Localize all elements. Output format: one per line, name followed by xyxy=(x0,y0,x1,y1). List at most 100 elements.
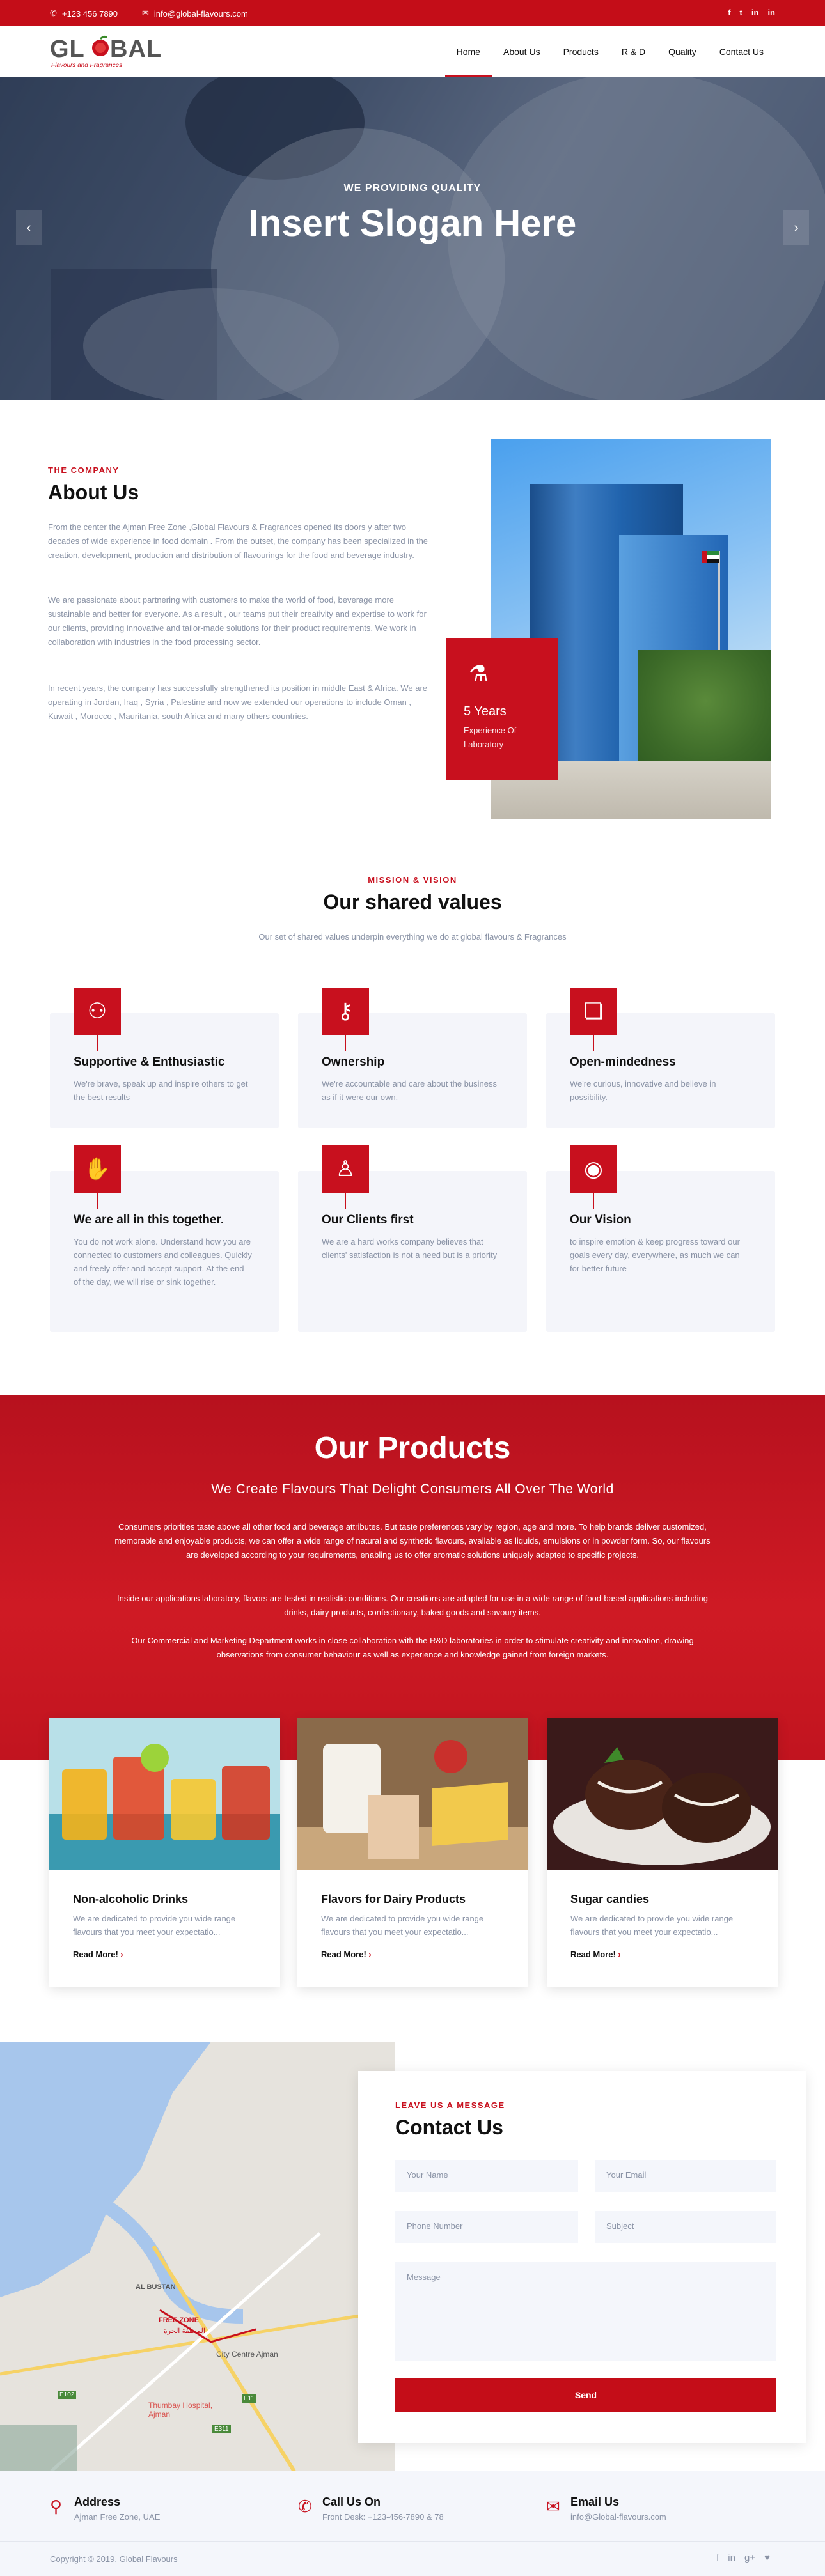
map-label: E311 xyxy=(212,2425,231,2433)
product-text: We are dedicated to provide you wide ran… xyxy=(570,1914,734,1937)
value-text: We're brave, speak up and inspire others… xyxy=(74,1079,248,1102)
product-title: Sugar candies xyxy=(570,1893,650,1905)
hero-slider: WE PROVIDING QUALITY Insert Slogan Here … xyxy=(0,77,825,400)
value-card: ◉ Our Vision to inspire emotion & keep p… xyxy=(546,1145,775,1332)
value-text: We're curious, innovative and believe in… xyxy=(570,1079,716,1102)
about-title: About Us xyxy=(48,481,139,504)
logo-tagline: Flavours and Fragrances xyxy=(51,62,122,69)
nav-quality[interactable]: Quality xyxy=(657,26,708,77)
info-text[interactable]: info@Global-flavours.com xyxy=(570,2512,666,2522)
nav-home[interactable]: Home xyxy=(444,26,492,77)
phone-number: +123 456 7890 xyxy=(61,8,118,19)
value-text: We are a hard works company believes tha… xyxy=(322,1237,498,1260)
linkedin-icon[interactable]: in xyxy=(767,8,775,17)
contact-form: LEAVE US A MESSAGE Contact Us Your Name … xyxy=(358,2071,806,2443)
twitter-icon[interactable]: t xyxy=(740,8,742,17)
experience-badge: ⚗ 5 Years Experience Of Laboratory xyxy=(446,638,558,780)
value-card: ♙ Our Clients first We are a hard works … xyxy=(298,1145,527,1332)
email-input[interactable]: Your Email xyxy=(595,2160,776,2192)
values-title: Our shared values xyxy=(323,890,502,913)
product-card[interactable]: Flavors for Dairy Products We are dedica… xyxy=(297,1718,528,1987)
message-textarea[interactable]: Message xyxy=(395,2262,776,2361)
product-card[interactable]: Non-alcoholic Drinks We are dedicated to… xyxy=(49,1718,280,1987)
email-contact[interactable]: ✉ info@global-flavours.com xyxy=(142,8,248,19)
top-bar: ✆ +123 456 7890 ✉ info@global-flavours.c… xyxy=(0,0,825,26)
slider-next-button[interactable]: › xyxy=(783,210,809,245)
products-paragraph: Inside our applications laboratory, flav… xyxy=(116,1594,708,1617)
name-input[interactable]: Your Name xyxy=(395,2160,578,2192)
nav-rnd[interactable]: R & D xyxy=(610,26,657,77)
facebook-icon[interactable]: f xyxy=(728,8,730,17)
contact-tag: LEAVE US A MESSAGE xyxy=(395,2100,505,2110)
hero-subtitle: WE PROVIDING QUALITY xyxy=(343,183,482,194)
social-links: f t in in xyxy=(728,8,775,17)
footer: Copyright © 2019, Global Flavours f in g… xyxy=(0,2541,825,2576)
value-card: ❏ Open-mindedness We're curious, innovat… xyxy=(546,988,775,1128)
svg-text:GL: GL xyxy=(50,36,85,63)
map-label: FREE ZONE xyxy=(159,2316,199,2324)
product-title: Flavors for Dairy Products xyxy=(321,1893,466,1905)
key-icon: ⚷ xyxy=(322,988,369,1035)
read-more-link[interactable]: Read More! › xyxy=(73,1950,123,1959)
product-text: We are dedicated to provide you wide ran… xyxy=(321,1914,484,1937)
heart-icon[interactable]: ♥ xyxy=(764,2552,770,2563)
nav-contact[interactable]: Contact Us xyxy=(708,26,775,77)
send-button[interactable]: Send xyxy=(395,2378,776,2412)
mail-icon: ✉ xyxy=(546,2497,560,2516)
read-more-link[interactable]: Read More! › xyxy=(570,1950,621,1959)
value-card: ⚷ Ownership We're accountable and care a… xyxy=(298,988,527,1128)
google-plus-icon[interactable]: g+ xyxy=(744,2552,755,2563)
drinks-image xyxy=(49,1718,280,1870)
location-pin-icon: ⚲ xyxy=(50,2497,63,2516)
info-text: Ajman Free Zone, UAE xyxy=(74,2512,161,2522)
handshake-icon: ✋ xyxy=(74,1145,121,1193)
facebook-icon[interactable]: f xyxy=(716,2552,719,2563)
value-title: Ownership xyxy=(322,1055,385,1069)
nav-products[interactable]: Products xyxy=(552,26,610,77)
map-label: المنطقة الحرة xyxy=(164,2327,205,2335)
info-text[interactable]: Front Desk: +123-456-7890 & 78 xyxy=(322,2512,444,2522)
value-text: You do not work alone. Understand how yo… xyxy=(74,1237,252,1287)
phone-contact[interactable]: ✆ +123 456 7890 xyxy=(50,8,118,19)
contact-title: Contact Us xyxy=(395,2116,503,2139)
phone-icon: ✆ xyxy=(50,8,57,18)
value-card: ✋ We are all in this together. You do no… xyxy=(50,1145,279,1332)
experience-label: Experience Of Laboratory xyxy=(464,725,517,749)
eye-icon: ◉ xyxy=(570,1145,617,1193)
map-label: E102 xyxy=(58,2391,77,2399)
map-label: City Centre Ajman xyxy=(216,2350,278,2359)
info-title: Address xyxy=(74,2495,121,2508)
map-label: AL BUSTAN xyxy=(136,2283,176,2291)
phone-icon: ✆ xyxy=(298,2497,312,2516)
email-address: info@global-flavours.com xyxy=(153,8,248,19)
linkedin-icon[interactable]: in xyxy=(728,2552,735,2563)
nav-menu: Home About Us Products R & D Quality Con… xyxy=(444,26,775,77)
chat-icon: ❏ xyxy=(570,988,617,1035)
nav-about[interactable]: About Us xyxy=(492,26,552,77)
user-icon: ♙ xyxy=(322,1145,369,1193)
candies-image xyxy=(547,1718,778,1870)
slider-prev-button[interactable]: ‹ xyxy=(16,210,42,245)
value-title: Open-mindedness xyxy=(570,1055,676,1069)
location-map[interactable]: AL BUSTAN FREE ZONE المنطقة الحرة City C… xyxy=(0,2042,395,2471)
read-more-link[interactable]: Read More! › xyxy=(321,1950,372,1959)
hero-title: Insert Slogan Here xyxy=(248,203,577,244)
products-title: Our Products xyxy=(314,1431,511,1465)
value-title: Our Clients first xyxy=(322,1213,414,1227)
info-title: Call Us On xyxy=(322,2495,381,2508)
about-paragraph: In recent years, the company has success… xyxy=(48,683,427,721)
site-logo[interactable]: GL BAL Flavours and Fragrances xyxy=(50,34,171,71)
linkedin-icon[interactable]: in xyxy=(751,8,759,17)
products-paragraph: Our Commercial and Marketing Department … xyxy=(131,1636,694,1659)
product-text: We are dedicated to provide you wide ran… xyxy=(73,1914,236,1937)
dairy-image xyxy=(297,1718,528,1870)
value-text: We're accountable and care about the bus… xyxy=(322,1079,497,1102)
map-label: Thumbay Hospital, Ajman xyxy=(148,2401,213,2419)
subject-input[interactable]: Subject xyxy=(595,2211,776,2243)
phone-input[interactable]: Phone Number xyxy=(395,2211,578,2243)
products-subtitle: We Create Flavours That Delight Consumer… xyxy=(211,1482,614,1496)
product-card[interactable]: Sugar candies We are dedicated to provid… xyxy=(547,1718,778,1987)
value-title: Supportive & Enthusiastic xyxy=(74,1055,225,1069)
value-text: to inspire emotion & keep progress towar… xyxy=(570,1237,740,1273)
info-title: Email Us xyxy=(570,2495,620,2508)
